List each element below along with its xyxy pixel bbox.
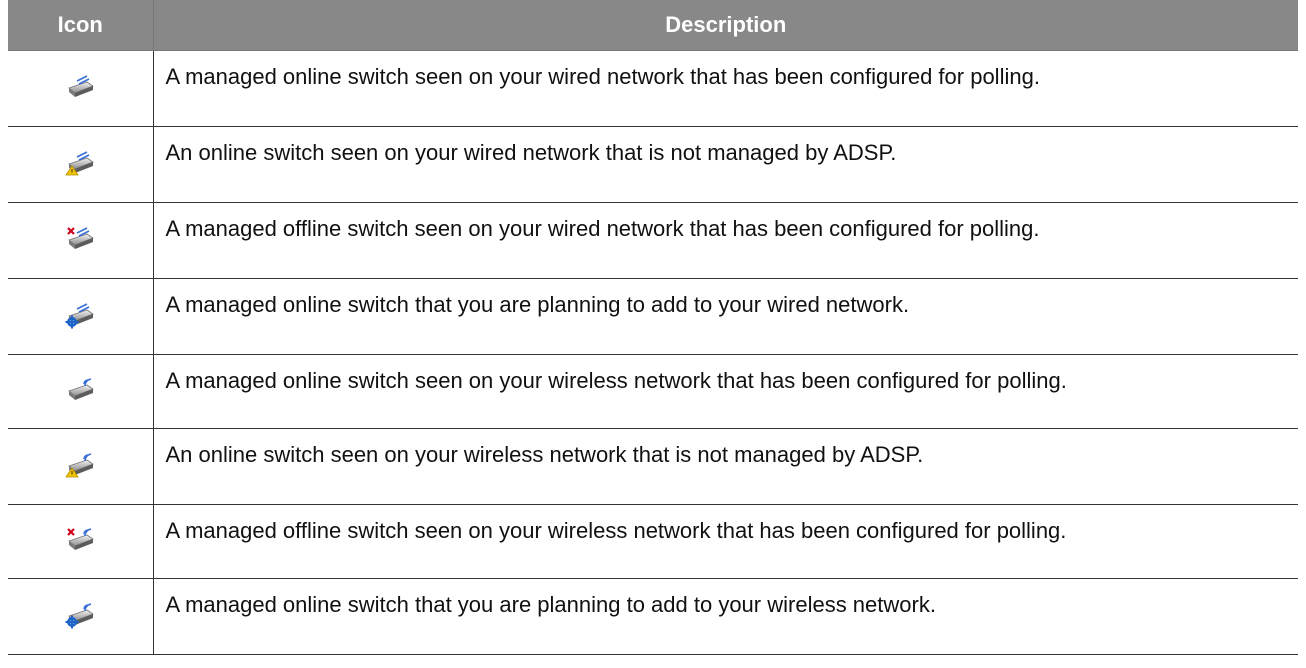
icon-column-header: Icon [8, 0, 154, 51]
wireless-switch-offline-icon [65, 524, 95, 554]
row-description: An online switch seen on your wired netw… [153, 126, 1298, 203]
table-row: A managed offline switch seen on your wi… [8, 202, 1298, 279]
wireless-switch-unmanaged-warning-icon [65, 449, 95, 479]
row-description: An online switch seen on your wireless n… [153, 428, 1298, 505]
header-row: Icon Description [8, 0, 1298, 51]
table-row: A managed online switch that you are pla… [8, 278, 1298, 355]
description-column-header: Description [153, 0, 1298, 51]
wired-switch-offline-icon [65, 223, 95, 253]
row-description: A managed online switch seen on your wir… [153, 50, 1298, 127]
table-row: A managed online switch seen on your wir… [8, 50, 1298, 127]
wired-switch-planned-icon [65, 299, 95, 329]
wireless-switch-planned-icon [65, 599, 95, 629]
table-row: A managed offline switch seen on your wi… [8, 504, 1298, 579]
row-description: A managed offline switch seen on your wi… [153, 504, 1298, 579]
wireless-switch-managed-online-icon [65, 374, 95, 404]
row-description: A managed online switch that you are pla… [153, 278, 1298, 355]
wired-switch-managed-online-icon [65, 71, 95, 101]
table-row: An online switch seen on your wireless n… [8, 428, 1298, 505]
row-description: A managed online switch that you are pla… [153, 578, 1298, 655]
table-row: A managed online switch seen on your wir… [8, 354, 1298, 429]
row-description: A managed online switch seen on your wir… [153, 354, 1298, 429]
wired-switch-unmanaged-warning-icon [65, 147, 95, 177]
table-row: An online switch seen on your wired netw… [8, 126, 1298, 203]
switch-icon-legend-table: Icon Description A managed online switch… [8, 0, 1298, 655]
table-row: A managed online switch that you are pla… [8, 578, 1298, 655]
row-description: A managed offline switch seen on your wi… [153, 202, 1298, 279]
